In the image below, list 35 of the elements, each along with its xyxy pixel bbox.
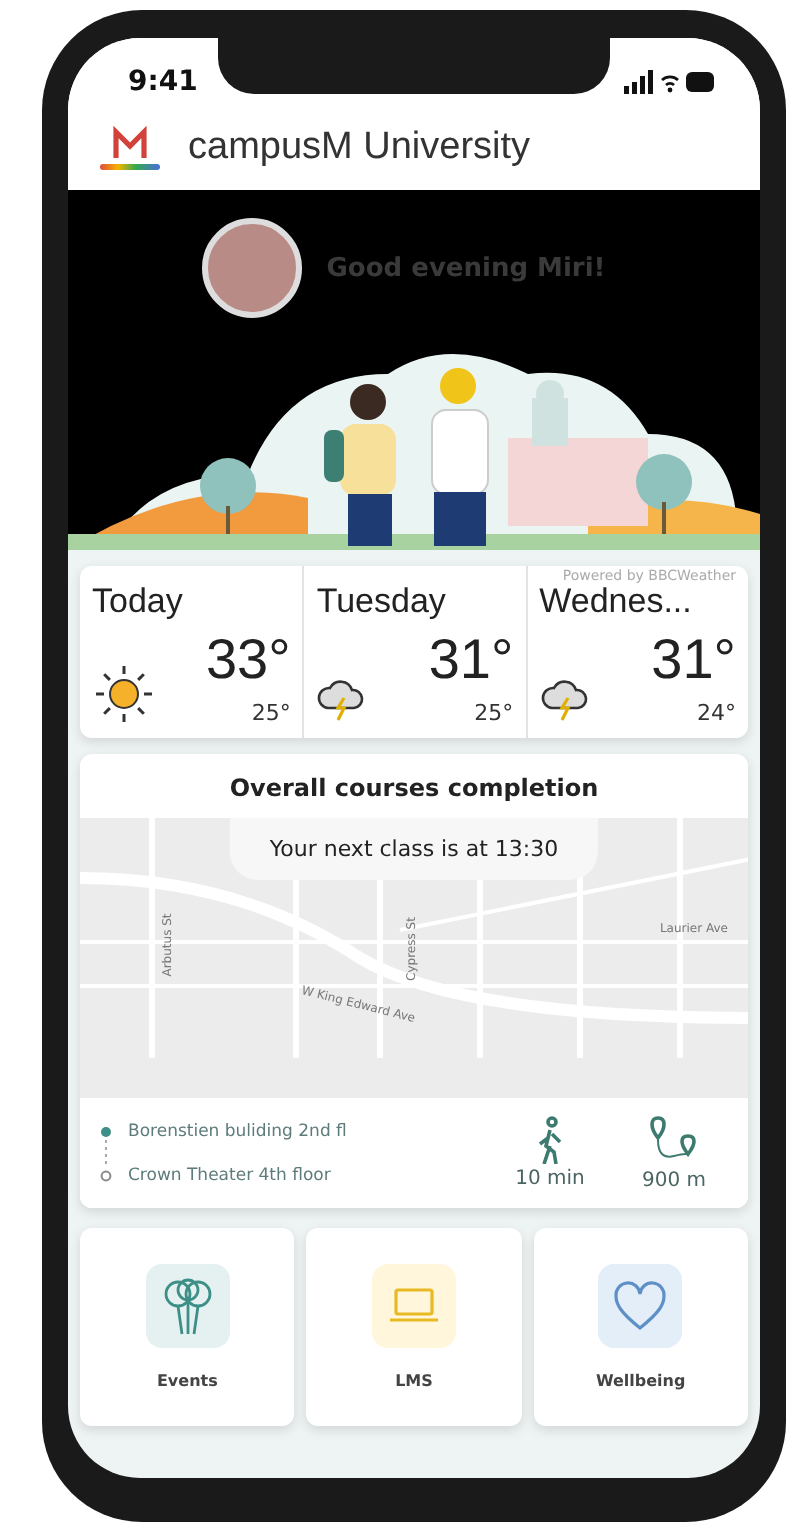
sun-icon — [92, 662, 156, 726]
route-line-icon — [100, 1123, 112, 1183]
balloons-icon — [159, 1276, 216, 1336]
tile-label: Wellbeing — [595, 1372, 686, 1390]
route-destination: Crown Theater 4th floor — [128, 1165, 333, 1185]
shortcut-tile[interactable]: Events — [80, 1228, 295, 1426]
high-temperature: 31° — [651, 628, 736, 692]
greeting-text: Good evening Miri! — [326, 253, 606, 283]
weather-day: Wednes... — [539, 582, 736, 622]
tile-label: Events — [156, 1372, 218, 1390]
weather-day: Today — [92, 582, 291, 622]
walking-icon — [534, 1116, 566, 1164]
walk-time: 10 min — [515, 1168, 585, 1190]
app-logo — [100, 126, 160, 170]
thunderstorm-icon — [539, 674, 592, 726]
status-time: 9:41 — [128, 66, 198, 98]
low-temperature: 24° — [697, 700, 736, 726]
low-temperature: 25° — [474, 700, 514, 726]
avatar[interactable] — [202, 218, 303, 318]
tile-label: LMS — [395, 1372, 433, 1390]
card-title: Overall courses completion — [227, 772, 601, 806]
weather-day: Tuesday — [316, 582, 514, 622]
route-origin: Borenstien buliding 2nd fl — [128, 1121, 349, 1141]
heart-icon — [612, 1280, 669, 1332]
shortcut-tile[interactable]: Wellbeing — [533, 1228, 748, 1426]
laptop-icon — [385, 1284, 442, 1328]
low-temperature: 25° — [251, 700, 291, 726]
thunderstorm-icon — [316, 674, 369, 726]
shortcut-tile[interactable]: LMS — [306, 1228, 522, 1426]
app-title: campusM University — [188, 126, 531, 170]
high-temperature: 31° — [428, 628, 514, 692]
next-class-banner: Your next class is at 13:30 — [229, 818, 599, 880]
high-temperature: 33° — [205, 628, 291, 692]
status-icons — [624, 70, 716, 94]
walk-distance: 900 m — [641, 1170, 706, 1192]
